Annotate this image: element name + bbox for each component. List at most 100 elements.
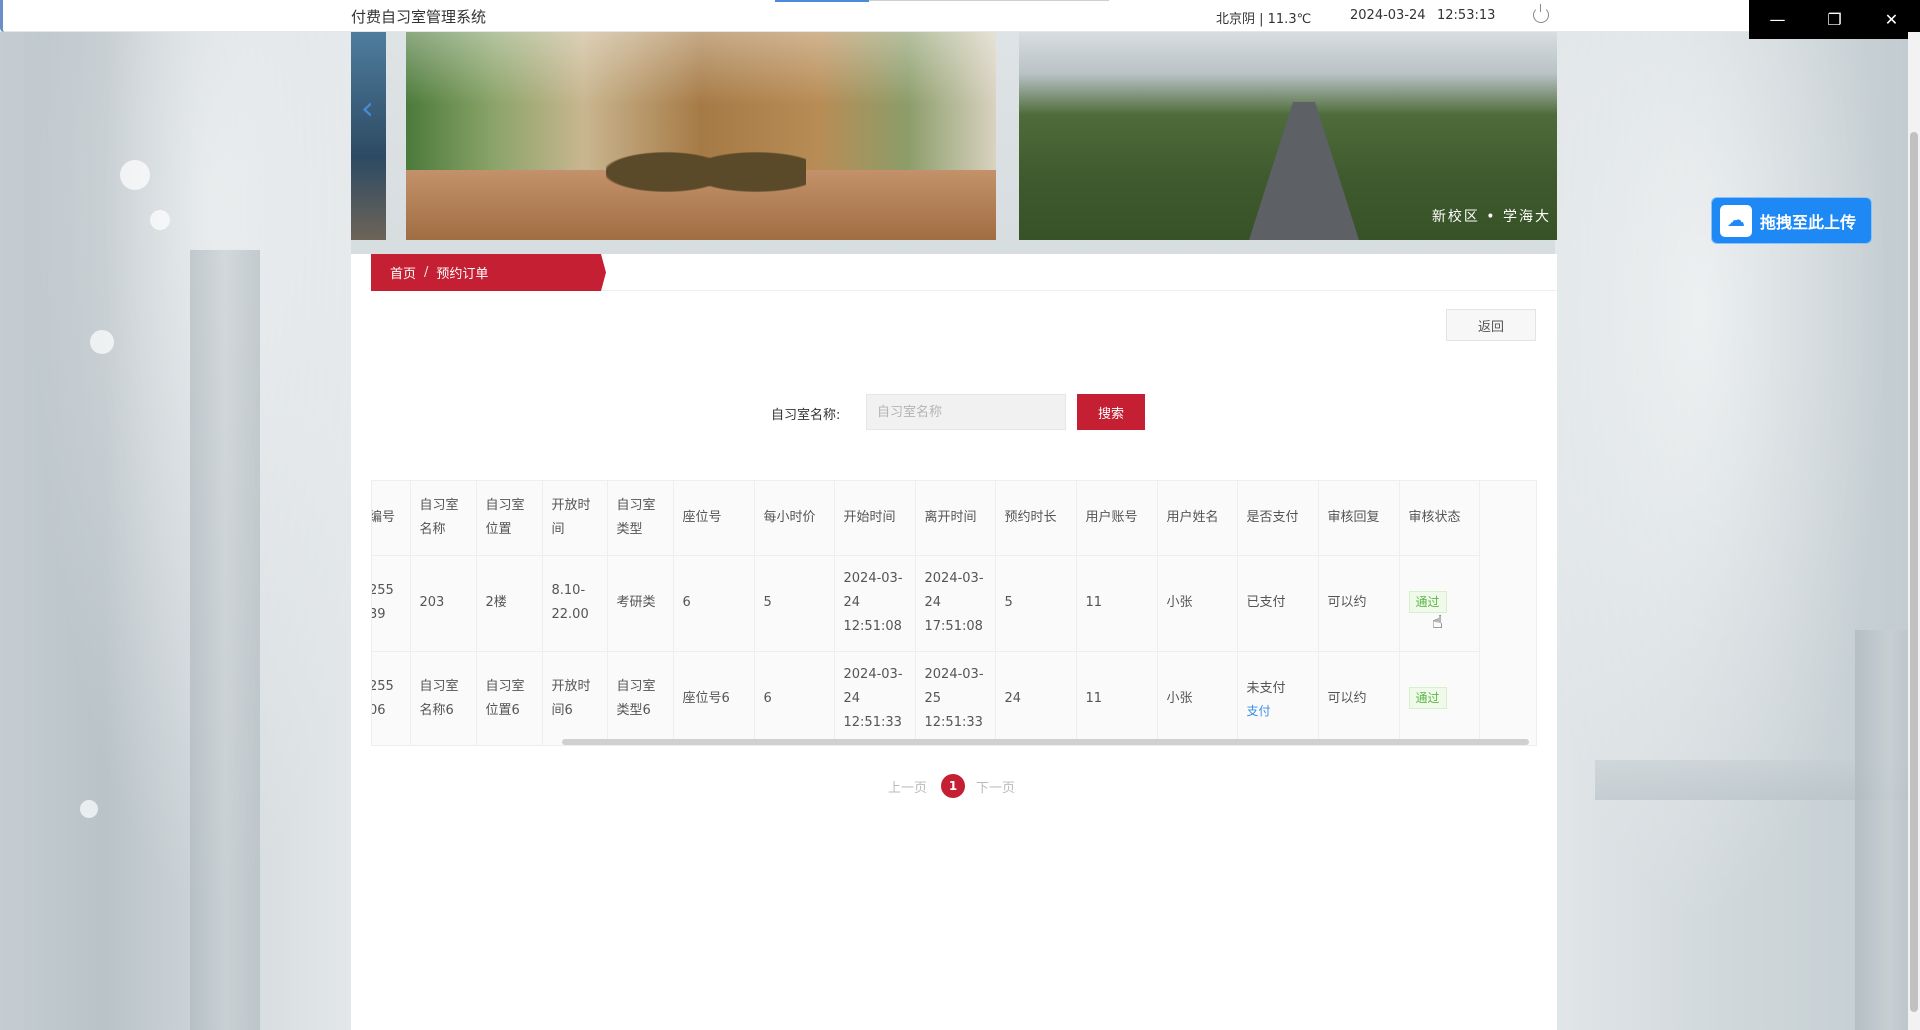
search-button[interactable]: 搜索 — [1077, 394, 1145, 430]
background-left — [0, 0, 351, 1030]
cell-username: 小张 — [1157, 651, 1238, 745]
prev-page-button[interactable]: 上一页 — [888, 777, 927, 796]
cell-end-time: 2024-03-24 17:51:08 — [915, 555, 996, 652]
date-readout: 2024-03-24 — [1350, 8, 1426, 23]
window-controls: — ❐ ✕ — [1749, 0, 1920, 39]
cloud-upload-icon: ☁ — [1720, 204, 1752, 237]
search-row: 自习室名称: 搜索 — [351, 394, 1557, 430]
table-horizontal-scrollbar[interactable] — [562, 739, 1529, 745]
header-cell: 自习室位置 — [476, 481, 543, 556]
cell-location: 2楼 — [476, 555, 543, 652]
cell-id: 255 39 — [372, 555, 411, 652]
cell-paid: 未支付 支付 — [1237, 651, 1319, 745]
main-content: ‹ 新校区 • 学海大 首页 / 预约订单 返回 自习室名称: 搜索 — [351, 32, 1557, 1030]
power-icon[interactable] — [1533, 4, 1549, 23]
cell-duration: 24 — [995, 651, 1077, 745]
header-cell: 是否支付 — [1237, 481, 1319, 556]
scrollbar-thumb[interactable] — [1910, 132, 1918, 1012]
background-blossom — [120, 160, 150, 190]
header-cell: 用户账号 — [1076, 481, 1158, 556]
maximize-button[interactable]: ❐ — [1806, 0, 1863, 39]
cell-id: 255 06 — [372, 651, 411, 745]
cell-room-type: 考研类 — [607, 555, 674, 652]
background-blossom — [80, 800, 98, 818]
cell-seat: 6 — [673, 555, 755, 652]
header-cell: 审核回复 — [1318, 481, 1400, 556]
pagination: 上一页 1 下一页 — [351, 774, 1557, 798]
breadcrumb-bar: 首页 / 预约订单 — [371, 254, 1557, 291]
status-badge: 通过 — [1408, 687, 1447, 709]
header-cell: 审核状态 — [1399, 481, 1480, 556]
header-cell: 编号 — [372, 481, 411, 556]
cell-paid: 已支付 — [1237, 555, 1319, 652]
background-right — [1555, 0, 1920, 1030]
breadcrumb-home[interactable]: 首页 — [390, 263, 416, 282]
header-cell: 座位号 — [673, 481, 755, 556]
slide-chairs — [606, 127, 806, 217]
cell-start-time: 2024-03-24 12:51:08 — [834, 555, 916, 652]
cell-username: 小张 — [1157, 555, 1238, 652]
header-cell: 开放时间 — [542, 481, 608, 556]
pay-link[interactable]: 支付 — [1247, 701, 1309, 721]
breadcrumb-separator: / — [424, 265, 429, 280]
window-edge — [0, 0, 8, 32]
page-number-current[interactable]: 1 — [941, 774, 965, 798]
cell-account: 11 — [1076, 651, 1158, 745]
carousel-slide-lounge[interactable] — [406, 32, 996, 240]
header-cell: 自习室名称 — [410, 481, 477, 556]
upload-drop-target[interactable]: ☁ 拖拽至此上传 — [1711, 197, 1872, 244]
app-title: 付费自习室管理系统 — [351, 8, 487, 26]
table-row: 255 39 203 2楼 8.10-22.00 考研类 6 5 2024-03… — [372, 555, 1480, 652]
header-cell: 用户姓名 — [1157, 481, 1238, 556]
carousel-prev-arrow[interactable]: ‹ — [361, 88, 383, 128]
breadcrumb-current: 预约订单 — [436, 267, 489, 282]
header-cell: 自习室类型 — [607, 481, 674, 556]
page-vertical-scrollbar[interactable] — [1908, 32, 1920, 1030]
header-cell: 预约时长 — [995, 481, 1077, 556]
breadcrumb: 首页 / 预约订单 — [371, 254, 606, 291]
background-pillar — [190, 250, 260, 1030]
header-cell: 开始时间 — [834, 481, 916, 556]
carousel-slide-campus[interactable]: 新校区 • 学海大 — [1019, 32, 1557, 240]
paid-status: 未支付 — [1246, 681, 1286, 696]
title-bar-accent — [775, 0, 869, 2]
cell-reply: 可以约 — [1318, 651, 1400, 745]
next-page-button[interactable]: 下一页 — [976, 777, 1015, 796]
cell-price: 6 — [754, 651, 835, 745]
upload-label: 拖拽至此上传 — [1760, 212, 1857, 232]
cell-duration: 5 — [995, 555, 1077, 652]
background-blossom — [90, 330, 114, 354]
cell-reply: 可以约 — [1318, 555, 1400, 652]
cell-start-time: 2024-03-24 12:51:33 — [834, 651, 916, 745]
header-cell: 离开时间 — [915, 481, 996, 556]
background-blossom — [150, 210, 170, 230]
time-readout: 12:53:13 — [1437, 8, 1496, 23]
carousel-slide-partial[interactable] — [351, 32, 386, 240]
content-panel: 首页 / 预约订单 返回 自习室名称: 搜索 编号 自习室名称 自习室位置 开放… — [351, 254, 1557, 1030]
hand-cursor-icon: ☝ — [1432, 612, 1443, 633]
cell-location: 自习室位置6 — [476, 651, 543, 745]
paid-status: 已支付 — [1246, 595, 1286, 610]
back-button[interactable]: 返回 — [1446, 309, 1536, 341]
minimize-button[interactable]: — — [1749, 0, 1806, 39]
table-row: 255 06 自习室名称6 自习室位置6 开放时间6 自习室类型6 座位号6 6… — [372, 651, 1480, 745]
header-cell: 每小时价 — [754, 481, 835, 556]
cell-room-name: 203 — [410, 555, 477, 652]
slide-caption: 新校区 • 学海大 — [1431, 209, 1551, 225]
cell-seat: 座位号6 — [673, 651, 755, 745]
title-bar: 付费自习室管理系统 北京阴 | 11.3℃ 2024-03-24 12:53:1… — [0, 0, 1920, 32]
cell-open-time: 开放时间6 — [542, 651, 608, 745]
cell-open-time: 8.10-22.00 — [542, 555, 608, 652]
table-header-row: 编号 自习室名称 自习室位置 开放时间 自习室类型 座位号 每小时价 开始时间 … — [372, 481, 1480, 556]
cell-price: 5 — [754, 555, 835, 652]
cell-room-name: 自习室名称6 — [410, 651, 477, 745]
cell-end-time: 2024-03-25 12:51:33 — [915, 651, 996, 745]
title-bar-line — [869, 0, 1109, 1]
orders-table: 编号 自习室名称 自习室位置 开放时间 自习室类型 座位号 每小时价 开始时间 … — [371, 480, 1537, 746]
orders-table-grid: 编号 自习室名称 自习室位置 开放时间 自习室类型 座位号 每小时价 开始时间 … — [372, 481, 1480, 745]
cell-account: 11 — [1076, 555, 1158, 652]
status-badge: 通过 — [1408, 591, 1447, 613]
search-input[interactable] — [866, 394, 1066, 430]
slide-road — [1249, 102, 1359, 240]
cell-room-type: 自习室类型6 — [607, 651, 674, 745]
